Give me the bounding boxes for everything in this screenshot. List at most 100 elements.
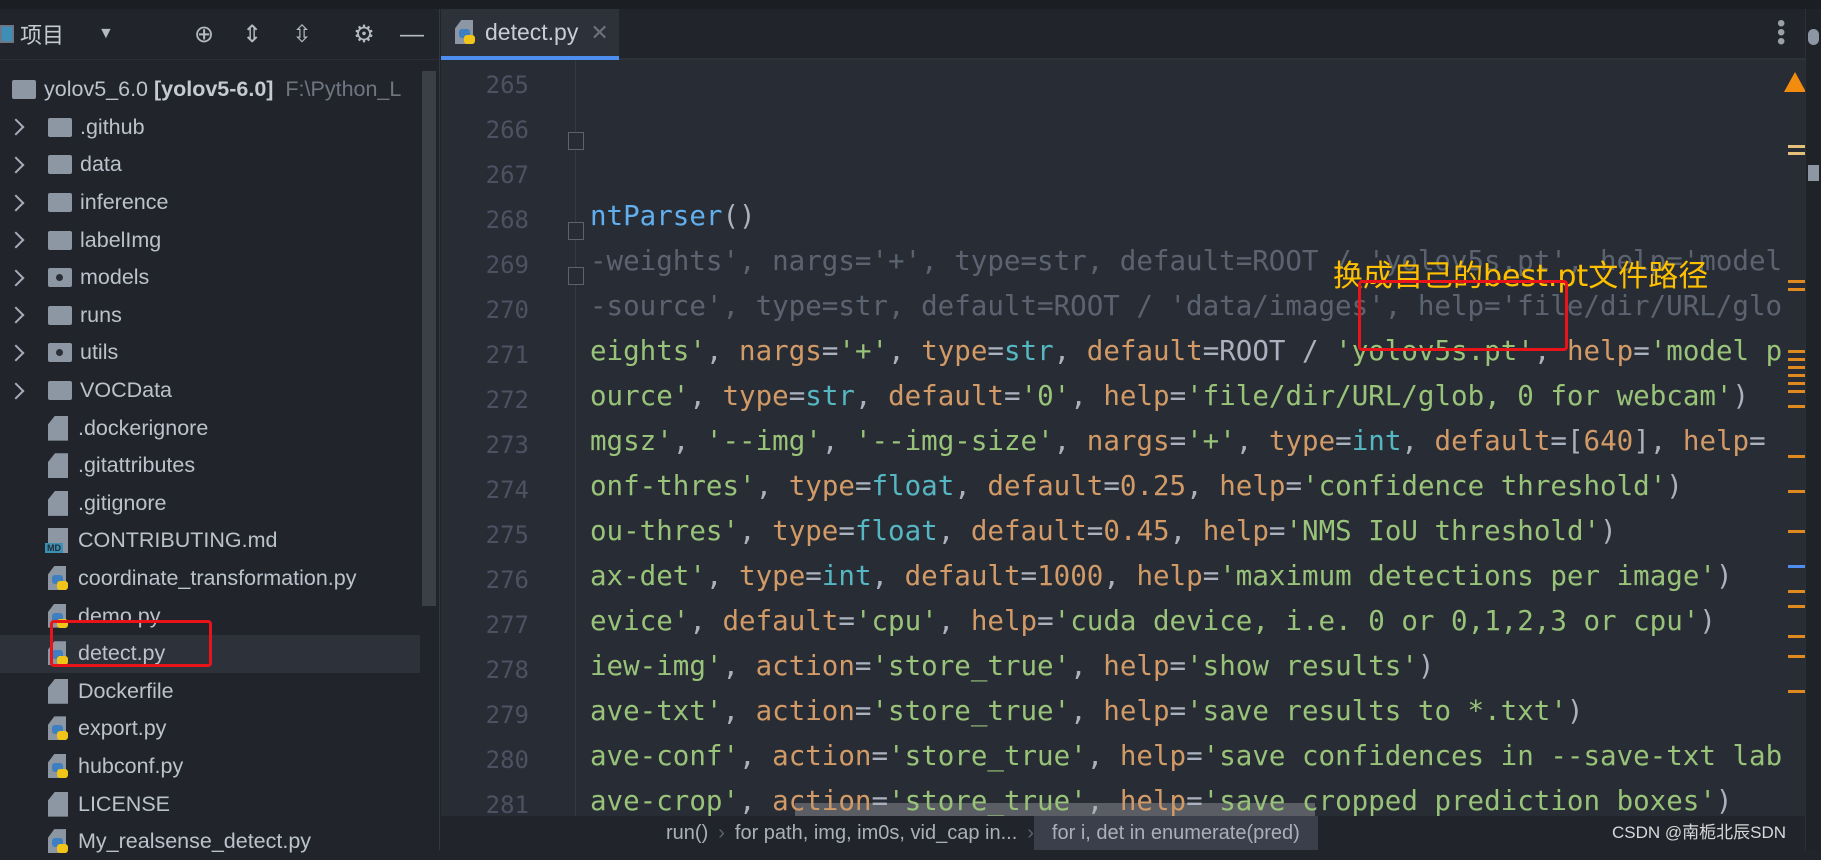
line-number: 271: [485, 341, 529, 369]
fold-icon[interactable]: [568, 222, 584, 240]
stripe-marker[interactable]: [1788, 655, 1805, 658]
stripe-marker[interactable]: [1788, 280, 1805, 283]
code-token: =: [1633, 335, 1650, 367]
code-line[interactable]: ave-crop', action='store_true', help='sa…: [590, 785, 1732, 817]
code-token: ,: [1186, 470, 1220, 502]
code-token: =: [1169, 380, 1187, 412]
stripe-marker[interactable]: [1788, 455, 1805, 458]
expand-all-icon[interactable]: ⇕: [238, 21, 266, 49]
project-view-selector[interactable]: 项目 ▼: [0, 18, 114, 50]
stripe-marker[interactable]: [1788, 374, 1805, 377]
code-token: int: [821, 560, 872, 592]
code-token: nargs: [739, 335, 822, 367]
tree-item[interactable]: export.py: [0, 710, 420, 748]
tree-item-label: My_realsense_detect.py: [78, 829, 312, 854]
code-line[interactable]: iew-img', action='store_true', help='sho…: [590, 650, 1434, 682]
stripe-marker[interactable]: [1788, 358, 1805, 361]
tree-item[interactable]: hubconf.py: [0, 748, 420, 786]
tree-item[interactable]: data: [0, 146, 420, 184]
code-line[interactable]: ou-thres', type=float, default=0.45, hel…: [590, 515, 1617, 547]
locate-file-icon[interactable]: ⊕: [190, 21, 218, 49]
code-token: onf-thres': [590, 470, 756, 502]
code-line[interactable]: ource', type=str, default='0', help='fil…: [590, 380, 1749, 412]
more-options-icon[interactable]: • • •: [1777, 12, 1785, 54]
tree-item-label: runs: [80, 302, 122, 327]
code-line[interactable]: ntParser(): [590, 200, 756, 232]
tree-root[interactable]: yolov5_6.0 [yolov5-6.0] F:\Python_L: [0, 71, 420, 109]
code-line[interactable]: eights', nargs='+', type=str, default=RO…: [590, 335, 1782, 367]
tree-item[interactable]: My_realsense_detect.py: [0, 823, 420, 860]
tree-item[interactable]: inference: [0, 184, 420, 222]
stripe-marker[interactable]: [1788, 382, 1805, 385]
stripe-marker[interactable]: [1788, 565, 1805, 568]
stripe-marker[interactable]: [1788, 366, 1805, 369]
close-icon[interactable]: ✕: [590, 20, 608, 46]
tree-item[interactable]: labelImg: [0, 221, 420, 259]
stripe-marker[interactable]: [1788, 288, 1805, 291]
tree-item[interactable]: models: [0, 259, 420, 297]
tree-item-label: CONTRIBUTING.md: [78, 528, 278, 553]
tree-item-label: .github: [80, 114, 145, 139]
chevron-right-icon[interactable]: [7, 118, 25, 136]
stripe-marker[interactable]: [1788, 490, 1805, 493]
code-area[interactable]: 265 266 267 268 ntParser() 269 -weights', narg…: [441, 60, 1786, 825]
code-token: =: [1037, 605, 1054, 637]
tree-item[interactable]: coordinate_transformation.py: [0, 560, 420, 598]
database-icon[interactable]: [1808, 29, 1819, 45]
fold-icon[interactable]: [568, 132, 584, 150]
stripe-marker[interactable]: [1788, 350, 1805, 353]
tree-item[interactable]: .github: [0, 109, 420, 147]
chevron-right-icon[interactable]: [7, 156, 25, 174]
fold-icon[interactable]: [568, 267, 584, 285]
tree-item[interactable]: MD CONTRIBUTING.md: [0, 522, 420, 560]
stripe-marker[interactable]: [1788, 145, 1805, 148]
chevron-right-icon[interactable]: [7, 194, 25, 212]
sidebar-scrollbar[interactable]: [422, 71, 436, 606]
stripe-marker[interactable]: [1788, 690, 1805, 693]
code-line[interactable]: mgsz', '--img', '--img-size', nargs='+',…: [590, 425, 1766, 457]
code-line[interactable]: ax-det', type=int, default=1000, help='m…: [590, 560, 1733, 592]
tree-item[interactable]: .gitattributes: [0, 447, 420, 485]
chevron-right-icon[interactable]: [7, 231, 25, 249]
chevron-right-icon[interactable]: [7, 382, 25, 400]
tab-detect-py[interactable]: detect.py ✕: [441, 9, 619, 60]
collapse-all-icon[interactable]: ⇳: [288, 21, 316, 49]
stripe-marker[interactable]: [1788, 152, 1805, 155]
tree-item[interactable]: .gitignore: [0, 485, 420, 523]
tree-item-label: export.py: [78, 716, 167, 741]
tree-item[interactable]: Dockerfile: [0, 673, 420, 711]
stripe-marker[interactable]: [1788, 590, 1805, 593]
chevron-right-icon[interactable]: [7, 306, 25, 324]
gear-icon[interactable]: ⚙: [350, 21, 378, 49]
breadcrumb-item[interactable]: for path, img, im0s, vid_cap in...: [725, 822, 1027, 845]
stripe-marker[interactable]: [1788, 605, 1805, 608]
tree-item[interactable]: LICENSE: [0, 785, 420, 823]
tree-item[interactable]: .dockerignore: [0, 409, 420, 447]
chevron-down-icon[interactable]: ▼: [98, 25, 114, 43]
stripe-marker[interactable]: [1788, 635, 1805, 638]
chevron-right-icon[interactable]: [7, 344, 25, 362]
stripe-marker[interactable]: [1788, 405, 1805, 408]
code-line[interactable]: ave-conf', action='store_true', help='sa…: [590, 740, 1782, 772]
breadcrumb-item[interactable]: for i, det in enumerate(pred): [1033, 816, 1318, 850]
code-token: default: [987, 470, 1104, 502]
code-token: ,: [1103, 560, 1137, 592]
code-line[interactable]: onf-thres', type=float, default=0.25, he…: [590, 470, 1683, 502]
breadcrumb-item[interactable]: run(): [656, 822, 718, 845]
code-line[interactable]: evice', default='cpu', help='cuda device…: [590, 605, 1716, 637]
tree-item[interactable]: runs: [0, 297, 420, 335]
sciview-icon[interactable]: [1808, 165, 1819, 181]
stripe-marker[interactable]: [1788, 530, 1805, 533]
line-number: 265: [485, 71, 529, 99]
stripe-marker[interactable]: [1788, 390, 1805, 393]
tree-item[interactable]: utils: [0, 334, 420, 372]
code-line[interactable]: ave-txt', action='store_true', help='sav…: [590, 695, 1583, 727]
folder-icon: [48, 381, 72, 401]
line-number: 281: [485, 791, 529, 819]
hide-panel-icon[interactable]: —: [398, 21, 426, 49]
tree-item[interactable]: VOCData: [0, 372, 420, 410]
warning-icon[interactable]: [1784, 72, 1806, 92]
code-token: 'save results to *.txt': [1186, 695, 1567, 727]
chevron-right-icon[interactable]: [7, 269, 25, 287]
tree-item-label: LICENSE: [78, 791, 171, 816]
